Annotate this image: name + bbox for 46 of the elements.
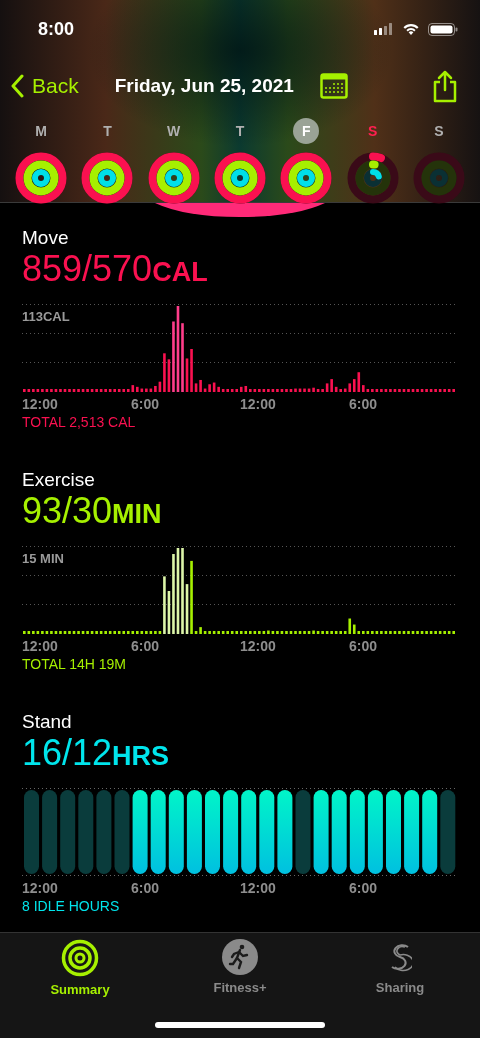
activity-rings-icon[interactable] <box>147 152 200 204</box>
total-label: 8 IDLE HOURS <box>22 897 121 915</box>
axis-label: 12:00 <box>240 395 277 413</box>
chevron-left-icon <box>10 74 24 98</box>
date-title: Friday, Jun 25, 2021 <box>114 73 294 98</box>
runner-icon <box>222 939 258 975</box>
axis-label: 6:00 <box>349 637 379 655</box>
tab-item[interactable]: Fitness+ <box>160 939 320 1000</box>
day-letter[interactable]: T <box>227 118 253 144</box>
total-label: TOTAL 14H 19M <box>22 655 127 673</box>
axis-label: 12:00 <box>240 879 277 897</box>
section-title: Stand <box>22 711 73 733</box>
axis-label: 12:00 <box>22 879 59 897</box>
day-letter[interactable]: S <box>425 118 452 144</box>
day-letter[interactable]: T <box>94 118 121 144</box>
section-title: Move <box>22 227 70 249</box>
axis-label: 6:00 <box>349 879 379 897</box>
share-icon[interactable] <box>432 69 458 103</box>
goal-value: 859/570CAL <box>22 249 209 291</box>
battery-icon <box>428 22 458 36</box>
axis-label: 12:00 <box>22 637 59 655</box>
activity-rings-icon[interactable] <box>81 152 134 204</box>
total-label: TOTAL 2,513 CAL <box>22 413 137 431</box>
activity-rings-icon[interactable] <box>15 152 68 204</box>
axis-label: 6:00 <box>131 395 161 413</box>
activity-rings-icon[interactable] <box>280 152 333 204</box>
axis-label: 6:00 <box>131 637 161 655</box>
status-time: 8:00 <box>38 17 75 41</box>
tab-item[interactable]: Sharing <box>320 939 480 1000</box>
signal-icon <box>374 23 394 35</box>
wifi-icon <box>402 22 420 36</box>
day-letter[interactable]: S <box>359 118 386 144</box>
axis-label: 6:00 <box>349 395 379 413</box>
rings-icon <box>61 939 99 977</box>
axis-label: 6:00 <box>131 879 161 897</box>
goal-value: 93/30MIN <box>22 491 163 533</box>
tab-item[interactable]: Summary <box>0 939 160 1000</box>
day-letter[interactable]: W <box>160 118 187 144</box>
axis-label: 12:00 <box>240 637 277 655</box>
activity-rings-icon[interactable] <box>346 152 399 204</box>
day-letter[interactable]: M <box>28 118 55 144</box>
back-button[interactable]: Back <box>10 70 79 102</box>
goal-value: 16/12HRS <box>22 733 171 775</box>
section-title: Exercise <box>22 469 96 491</box>
axis-label: 12:00 <box>22 395 59 413</box>
calendar-icon[interactable] <box>319 73 348 99</box>
